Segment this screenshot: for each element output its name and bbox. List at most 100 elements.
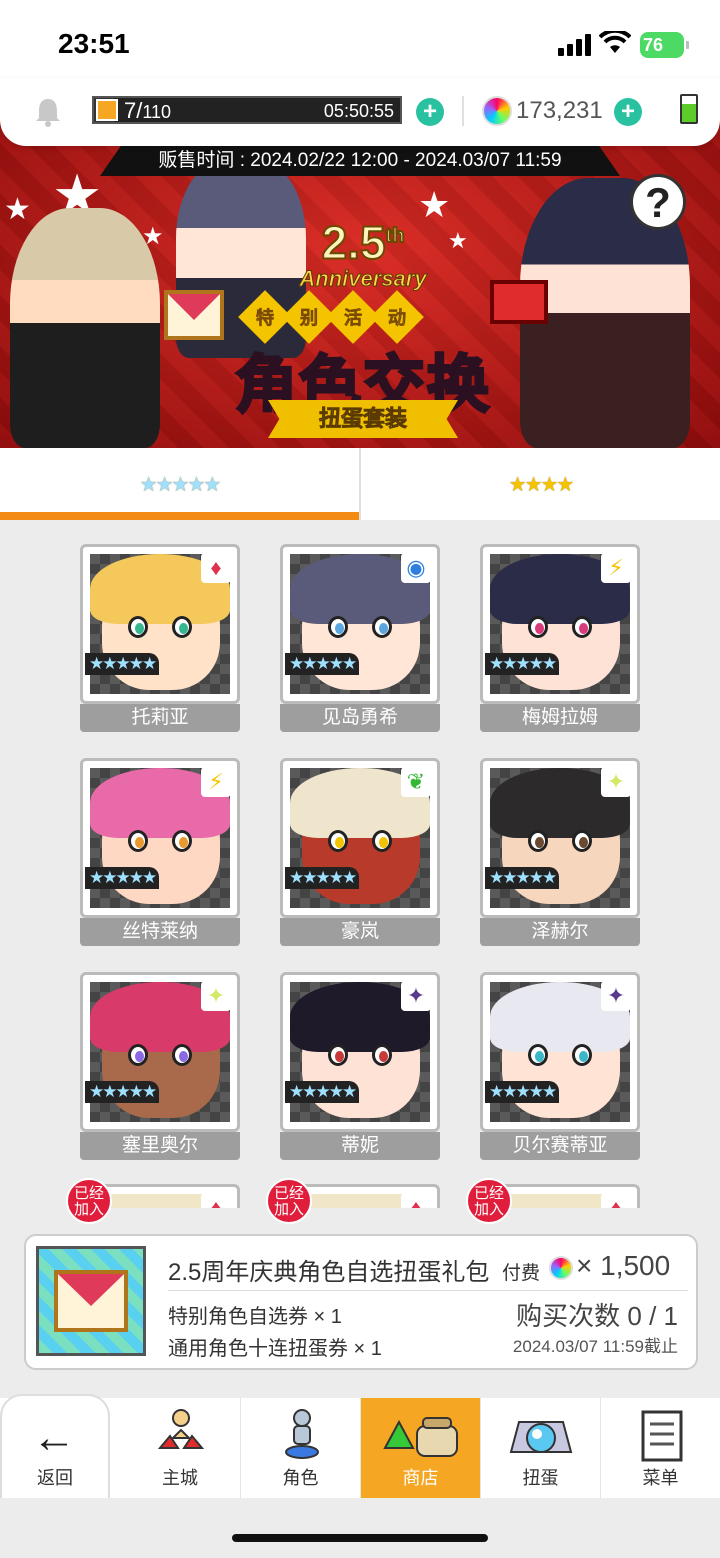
resource-bar: 7/110 05:50:55 + 173,231 + (0, 78, 720, 146)
rarity-stars: ★★★★★ (85, 867, 160, 889)
tab-five-star[interactable]: ★★★★★ (0, 448, 359, 520)
character-portrait: ✦ ★★★★★ (80, 972, 240, 1132)
character-eye (172, 830, 192, 852)
character-eye (528, 616, 548, 638)
stamina-bar: 7/110 05:50:55 (92, 96, 402, 124)
status-bar: 23:51 76 (0, 0, 720, 78)
nav-main-city[interactable]: 主城 (120, 1398, 240, 1498)
rarity-stars: ★★★★★ (485, 653, 560, 675)
wifi-icon (599, 31, 631, 53)
castle-icon (157, 1409, 205, 1449)
gem-count: 173,231 (516, 97, 603, 124)
clock: 23:51 (58, 28, 130, 59)
pay-label: 付费 (502, 1263, 541, 1284)
character-eye (128, 616, 148, 638)
star-decoration: ★ (448, 228, 468, 253)
back-arrow-icon: ← (32, 1413, 76, 1462)
rarity-stars: ★★★★★ (485, 1081, 560, 1103)
character-card[interactable]: ♦ ★★★★★ 托莉亚 (80, 544, 240, 732)
pack-card[interactable]: 2.5周年庆典角色自选扭蛋礼包 付费 × 1,500 特别角色自选券 × 1 通… (24, 1234, 698, 1370)
character-name: 托莉亚 (80, 704, 240, 732)
star-decoration: ★ (4, 193, 31, 226)
character-portrait: ✦ ★★★★★ (480, 972, 640, 1132)
tag-char: 活 (344, 308, 363, 329)
tag-char: 动 (388, 308, 407, 329)
character-eye (328, 830, 348, 852)
element-icon: ⚡ (201, 767, 231, 797)
add-gems-button[interactable]: + (614, 98, 642, 126)
nav-label: 主城 (162, 1468, 198, 1488)
lightning-icon (96, 99, 118, 121)
character-card[interactable]: ✦ ★★★★★ 塞里奥尔 (80, 972, 240, 1160)
bell-icon[interactable] (34, 96, 62, 128)
gem-icon (482, 96, 512, 126)
rarity-stars: ★★★★★ (285, 867, 360, 889)
purchase-area: 2.5周年庆典角色自选扭蛋礼包 付费 × 1,500 特别角色自选券 × 1 通… (0, 1208, 720, 1398)
anniversary-suffix: th (385, 224, 406, 248)
character-eye (528, 830, 548, 852)
element-icon: ◉ (401, 553, 431, 583)
anniversary-word: Anniversary (299, 266, 427, 292)
menu-list-icon (641, 1410, 683, 1462)
character-name: 丝特莱纳 (80, 918, 240, 946)
nav-shop[interactable]: 商店 (360, 1398, 480, 1498)
character-figure-icon (285, 1409, 319, 1459)
character-portrait: ❦ ★★★★★ (280, 758, 440, 918)
element-icon: ⚡ (601, 553, 631, 583)
character-eye (128, 1044, 148, 1066)
character-card[interactable]: ⚡ ★★★★★ 梅姆拉姆 (480, 544, 640, 732)
character-portrait: ✦ ★★★★★ (280, 972, 440, 1132)
pack-title: 2.5周年庆典角色自选扭蛋礼包 (168, 1259, 490, 1286)
tab-stars: ★★★★★ (139, 473, 222, 496)
character-card[interactable]: ⚡ ★★★★★ 丝特莱纳 (80, 758, 240, 946)
element-icon: ✦ (601, 767, 631, 797)
add-stamina-button[interactable]: + (416, 98, 444, 126)
help-button[interactable]: ? (630, 174, 686, 230)
character-eye (328, 1044, 348, 1066)
character-eye (572, 1044, 592, 1066)
gacha-orb-icon (509, 1421, 573, 1453)
tag-char: 别 (300, 308, 319, 329)
character-eye (572, 616, 592, 638)
tag-char: 特 (256, 308, 275, 329)
character-eye (172, 616, 192, 638)
character-art-left (10, 208, 160, 448)
signal-icon (558, 34, 592, 56)
element-icon: ✦ (201, 981, 231, 1011)
rarity-stars: ★★★★★ (85, 1081, 160, 1103)
character-eye (572, 830, 592, 852)
owned-badge: 已经 加入 (466, 1178, 512, 1224)
back-button[interactable]: ← 返回 (0, 1394, 110, 1498)
purchase-count: 购买次数 0 / 1 (516, 1301, 678, 1331)
character-card[interactable]: ❦ ★★★★★ 豪岚 (280, 758, 440, 946)
tab-stars: ★★★★ (508, 473, 575, 496)
stamina-timer: 05:50:55 (323, 101, 394, 121)
tab-four-star[interactable]: ★★★★ (359, 448, 720, 520)
character-name: 塞里奥尔 (80, 1132, 240, 1160)
event-banner[interactable]: 贩售时间 : 2024.02/22 12:00 - 2024.03/07 11:… (0, 118, 720, 448)
anniversary-logo: 2.5th Anniversary (288, 212, 438, 292)
anniversary-number: 2.5 (321, 216, 387, 269)
stamina-current: 7/ (124, 98, 143, 123)
character-card[interactable]: ◉ ★★★★★ 见岛勇希 (280, 544, 440, 732)
character-name: 梅姆拉姆 (480, 704, 640, 732)
rarity-stars: ★★★★★ (85, 653, 160, 675)
rarity-stars: ★★★★★ (285, 653, 360, 675)
nav-label: 扭蛋 (522, 1468, 559, 1488)
rarity-tabs: ★★★★★ ★★★★ (0, 448, 720, 520)
back-label: 返回 (37, 1468, 73, 1488)
character-card[interactable]: ✦ ★★★★★ 贝尔赛蒂亚 (480, 972, 640, 1160)
element-icon: ✦ (601, 981, 631, 1011)
owned-badge: 已经 加入 (266, 1178, 312, 1224)
character-card[interactable]: ✦ ★★★★★ 蒂妮 (280, 972, 440, 1160)
nav-menu[interactable]: 菜单 (600, 1398, 720, 1498)
home-indicator[interactable] (232, 1534, 488, 1542)
pack-price: × 1,500 (576, 1250, 671, 1281)
character-card[interactable]: ✦ ★★★★★ 泽赫尔 (480, 758, 640, 946)
device-battery-icon (680, 94, 698, 124)
deadline: 2024.03/07 11:59截止 (512, 1337, 678, 1356)
sale-time: 贩售时间 : 2024.02/22 12:00 - 2024.03/07 11:… (100, 146, 620, 176)
nav-characters[interactable]: 角色 (240, 1398, 360, 1498)
nav-gacha[interactable]: 扭蛋 (480, 1398, 600, 1498)
element-icon: ✦ (401, 981, 431, 1011)
